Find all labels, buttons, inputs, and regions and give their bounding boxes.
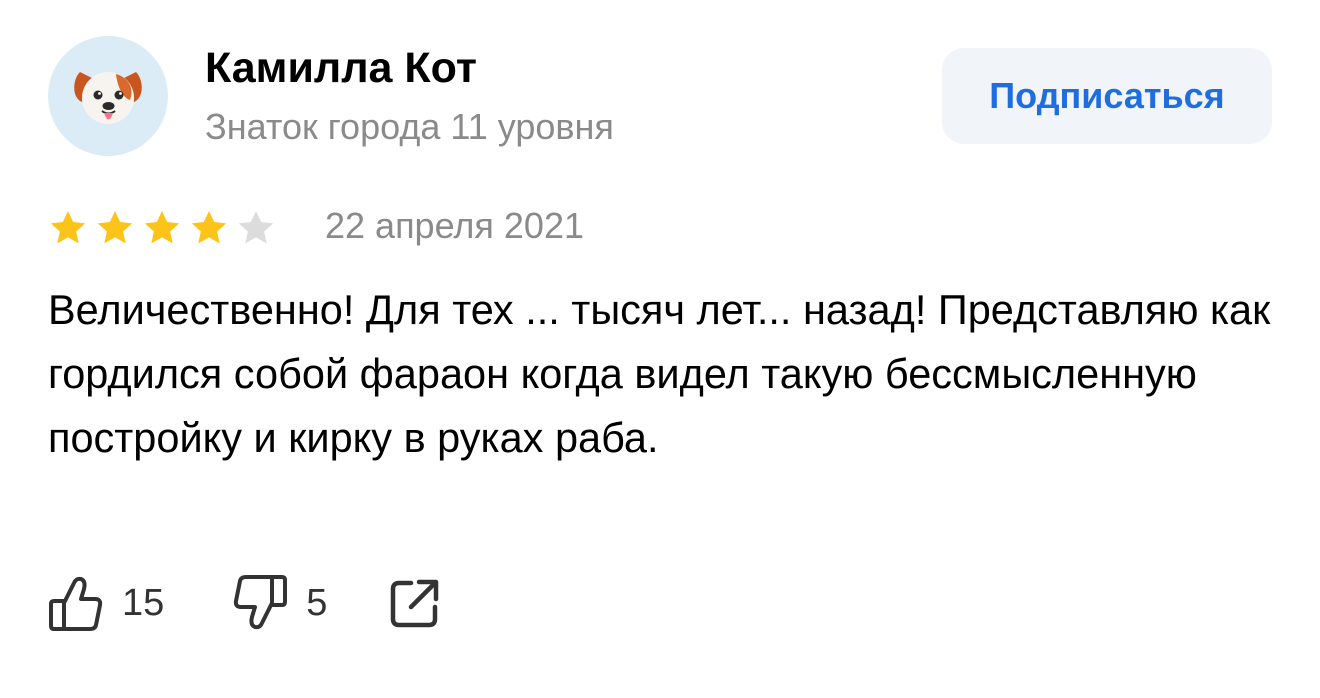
puppy-emoji-icon: [74, 72, 142, 124]
review-actions: 15 5: [48, 568, 441, 638]
review-date: 22 апреля 2021: [325, 205, 584, 246]
author-name[interactable]: Камилла Кот: [205, 42, 477, 94]
star-filled-icon: [191, 211, 227, 244]
thumbs-down-icon: [234, 575, 288, 630]
like-button[interactable]: 15: [48, 573, 164, 633]
thumbs-up-icon: [49, 576, 103, 631]
like-count: 15: [122, 581, 165, 624]
share-icon: [391, 579, 439, 628]
avatar[interactable]: [48, 36, 168, 156]
rating-stars: [48, 203, 283, 253]
dislike-count: 5: [306, 581, 328, 624]
author-level: Знаток города 11 уровня: [205, 106, 614, 147]
review-text: Величественно! Для тех ... тысяч лет... …: [48, 286, 1271, 461]
star-filled-icon: [50, 211, 86, 244]
star-empty-icon: [238, 211, 274, 244]
share-button[interactable]: [389, 577, 441, 629]
star-filled-icon: [144, 211, 180, 244]
review-card: Камилла Кот Знаток города 11 уровня Подп…: [0, 0, 1320, 698]
dislike-button[interactable]: 5: [232, 573, 327, 633]
star-filled-icon: [97, 211, 133, 244]
subscribe-button[interactable]: Подписаться: [942, 48, 1272, 144]
